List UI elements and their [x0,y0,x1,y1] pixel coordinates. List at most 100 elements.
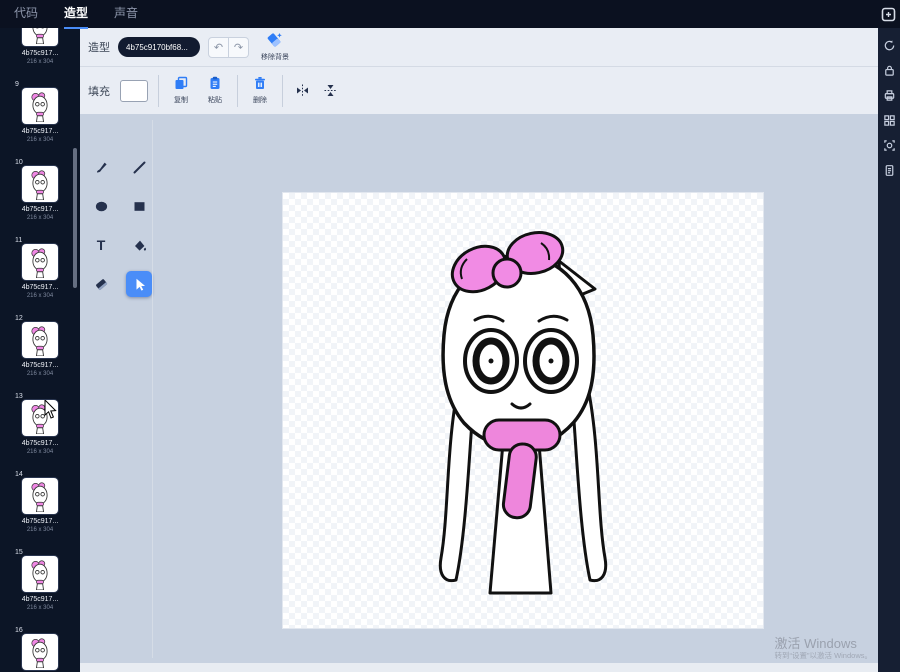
costume-name: 4b75c917... [21,596,59,603]
delete-button[interactable]: 删除 [248,76,272,105]
paste-icon [208,76,222,95]
remove-background-label: 移除背景 [261,54,289,61]
redo-button[interactable]: ↷ [229,36,249,58]
delete-label: 删除 [253,97,267,104]
sync-icon[interactable] [882,38,896,52]
flip-vertical-button[interactable] [321,82,339,100]
flip-horizontal-button[interactable] [293,82,311,100]
costume-size: 216 x 304 [26,605,54,611]
costume-thumbnail [22,478,58,514]
select-tool[interactable] [126,271,152,297]
costume-size: 216 x 304 [26,293,54,299]
costume-name: 4b75c917... [21,206,59,213]
costume-thumbnail [22,634,58,670]
costume-thumbnail [22,244,58,280]
costume-header-row: 造型 ↶ ↷ 移除背景 [80,28,878,67]
fill-label: 填充 [88,85,110,98]
costume-index: 15 [15,549,23,556]
costume-list: 4b75c917... 216 x 304 9 4b75c917... 216 … [0,28,80,672]
costume-size: 216 x 304 [26,449,54,455]
costume-name-input[interactable] [118,37,200,57]
costume-thumbnail [22,28,58,46]
watermark-line2: 转到“设置”以激活 Windows。 [774,651,872,660]
costume-size: 216 x 304 [26,137,54,143]
grid-icon[interactable] [882,113,896,127]
text-tool[interactable]: T [88,232,114,258]
costume-index: 11 [15,237,23,244]
costume-item[interactable]: 15 4b75c917... 216 x 304 [12,548,68,611]
costume-index: 14 [15,471,23,478]
costume-item[interactable]: 13 4b75c917... 216 x 304 [12,392,68,455]
paste-button[interactable]: 粘贴 [203,76,227,105]
top-bar: 代码 造型 声音 [0,0,900,29]
line-tool[interactable] [126,154,152,180]
costume-artwork [438,231,608,595]
tab-code[interactable]: 代码 [14,0,38,29]
document-icon[interactable] [882,163,896,177]
brush-tool[interactable] [88,154,114,180]
costume-item[interactable]: 11 4b75c917... 216 x 304 [12,236,68,299]
eraser-tool[interactable] [88,271,114,297]
watermark-line1: 激活 Windows [774,636,857,651]
paste-label: 粘贴 [208,97,222,104]
costume-size: 216 x 304 [26,371,54,377]
remove-background-icon [267,32,283,52]
tab-costumes[interactable]: 造型 [64,0,89,29]
costume-item[interactable]: 16 [12,626,68,672]
divider [237,74,238,107]
costume-size: 216 x 304 [26,527,54,533]
costume-name: 4b75c917... [21,50,59,57]
editor-tabs: 代码 造型 声音 [0,0,138,29]
costume-index: 16 [15,627,23,634]
paint-canvas[interactable] [283,193,763,628]
divider [158,74,159,107]
costume-size: 216 x 304 [26,215,54,221]
divider [282,74,283,107]
fill-toolbar-row: 填充 复制 粘贴 删除 [80,67,878,115]
fill-color-swatch[interactable] [120,79,148,102]
panel-toggle-icon[interactable] [881,7,896,22]
costume-thumbnail [22,322,58,358]
lock-icon[interactable] [882,63,896,77]
rectangle-tool[interactable] [126,193,152,219]
right-toolbar-rail [878,28,900,672]
undo-button[interactable]: ↶ [208,36,229,58]
costume-index: 13 [15,393,23,400]
tab-sounds[interactable]: 声音 [114,0,138,29]
costume-size: 216 x 304 [26,59,54,65]
costume-item[interactable]: 10 4b75c917... 216 x 304 [12,158,68,221]
printer-icon[interactable] [882,88,896,102]
ellipse-tool[interactable] [88,193,114,219]
paint-editor: 造型 ↶ ↷ 移除背景 填充 复制 [80,28,878,672]
costume-item[interactable]: 14 4b75c917... 216 x 304 [12,470,68,533]
costume-name: 4b75c917... [21,440,59,447]
divider [152,120,153,658]
tool-palette: T [88,154,152,297]
costume-item[interactable]: 4b75c917... 216 x 304 [12,28,68,65]
costume-thumbnail [22,166,58,202]
costume-item[interactable]: 12 4b75c917... 216 x 304 [12,314,68,377]
trash-icon [253,76,267,95]
costume-thumbnail [22,556,58,592]
costume-name: 4b75c917... [21,518,59,525]
windows-activation-watermark: 激活 Windows 转到“设置”以激活 Windows。 [774,636,872,660]
remove-background-button[interactable]: 移除背景 [261,32,289,62]
costume-item[interactable]: 9 4b75c917... 216 x 304 [12,80,68,143]
costume-thumbnail [22,400,58,436]
fill-tool[interactable] [126,232,152,258]
costume-list-panel: 4b75c917... 216 x 304 9 4b75c917... 216 … [0,28,80,672]
costume-index: 9 [15,81,19,88]
undo-redo-group: ↶ ↷ [208,36,249,58]
copy-button[interactable]: 复制 [169,76,193,105]
costume-label: 造型 [88,42,110,54]
paint-editor-app: 代码 造型 声音 4b75c917... 216 x 304 9 4b75c91… [0,0,900,672]
costume-list-scrollbar[interactable] [73,148,77,288]
capture-icon[interactable] [882,138,896,152]
costume-name: 4b75c917... [21,128,59,135]
copy-label: 复制 [174,97,188,104]
costume-name: 4b75c917... [21,284,59,291]
costume-index: 10 [15,159,23,166]
costume-name: 4b75c917... [21,362,59,369]
horizontal-scrollbar[interactable] [80,663,878,672]
paint-workarea: T [80,114,878,672]
